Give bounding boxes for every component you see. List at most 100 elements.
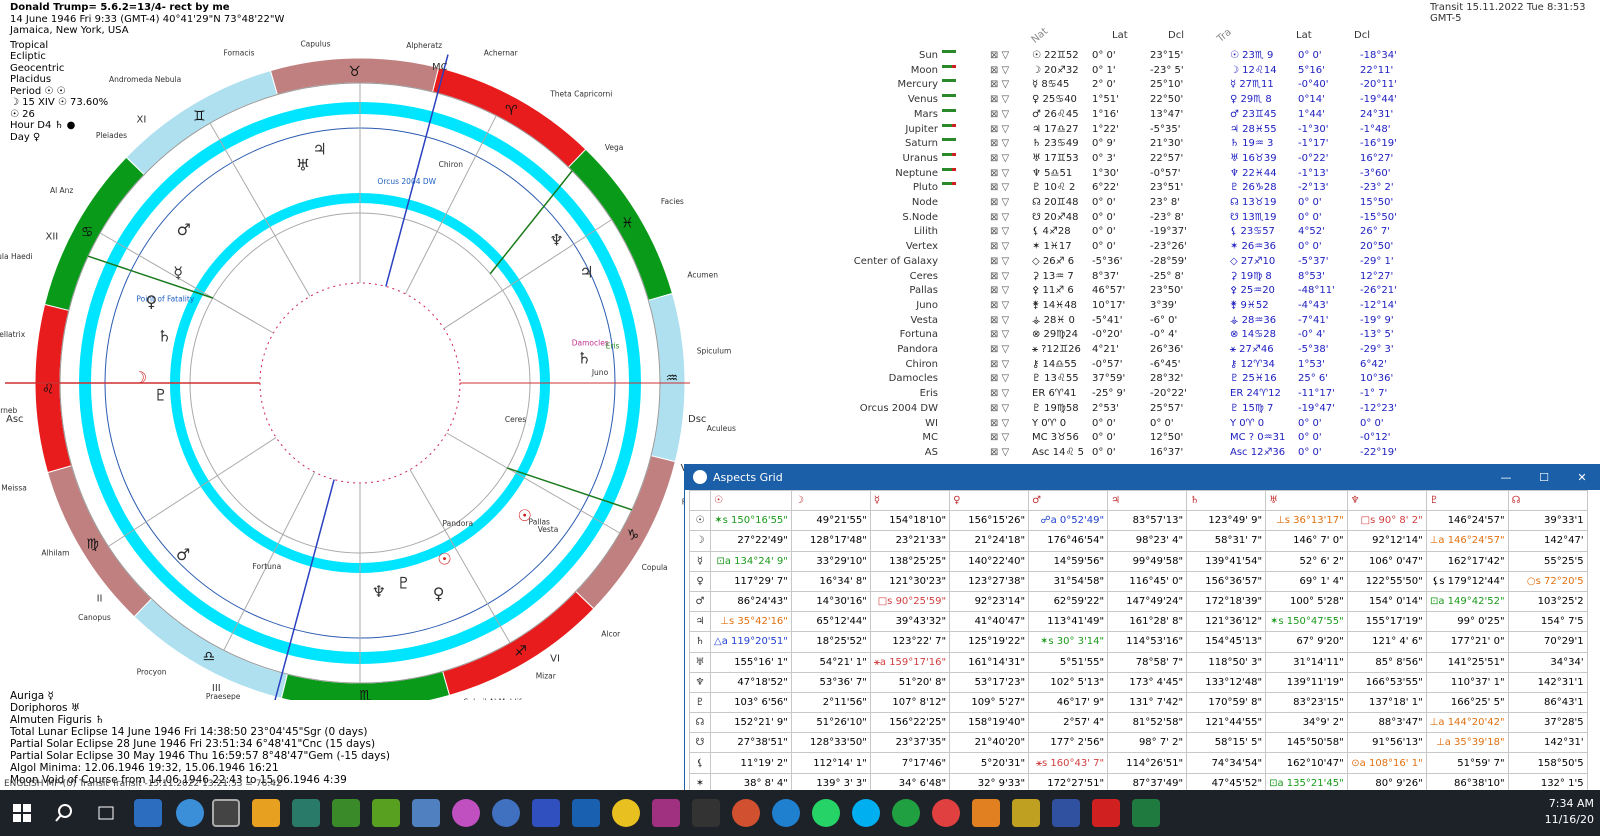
aspect-cell[interactable]: 155°17'19" bbox=[1346, 611, 1427, 633]
aspect-cell[interactable]: 176°46'54" bbox=[1028, 530, 1109, 552]
aspect-cell[interactable]: ✶s 150°16'55" bbox=[710, 510, 792, 532]
aspect-cell[interactable]: 58°15' 5" bbox=[1186, 732, 1267, 754]
aspect-cell[interactable]: 161°14'31" bbox=[949, 651, 1030, 673]
aspects-titlebar[interactable]: Aspects Grid — ☐ ✕ bbox=[685, 464, 1600, 490]
aspect-cell[interactable]: 140°22'40" bbox=[949, 550, 1030, 572]
aspect-cell[interactable]: 162°17'42" bbox=[1425, 550, 1509, 572]
aspect-cell[interactable]: 162°10'47" bbox=[1265, 752, 1348, 774]
aspect-cell[interactable]: 83°23'15" bbox=[1265, 691, 1348, 714]
aspect-cell[interactable]: 154°18'10" bbox=[869, 510, 951, 532]
aspect-cell[interactable]: 58°31' 7" bbox=[1186, 530, 1267, 552]
aspect-cell[interactable]: 158°19'40" bbox=[949, 712, 1030, 734]
aspect-cell[interactable]: 92°12'14" bbox=[1346, 530, 1427, 552]
aspect-cell[interactable]: 31°14'11" bbox=[1265, 651, 1348, 673]
aspect-cell[interactable]: 172°18'39" bbox=[1186, 590, 1267, 613]
aspect-cell[interactable]: 81°52'58" bbox=[1107, 712, 1188, 734]
taskbar-app-13[interactable] bbox=[652, 799, 680, 827]
aspect-cell[interactable]: 109° 5'27" bbox=[949, 691, 1030, 714]
aspect-cell[interactable]: 139°11'19" bbox=[1265, 671, 1348, 693]
aspect-cell[interactable]: 158°50'5 bbox=[1507, 752, 1588, 774]
aspect-cell[interactable]: 91°56'13" bbox=[1346, 732, 1427, 754]
taskbar-app-6[interactable] bbox=[372, 799, 400, 827]
aspect-cell[interactable]: 34° 6'48" bbox=[869, 772, 951, 790]
aspect-cell[interactable]: 147°49'24" bbox=[1107, 590, 1188, 613]
aspect-cell[interactable]: 116°45' 0" bbox=[1107, 570, 1188, 592]
minimize-button[interactable]: — bbox=[1487, 471, 1525, 484]
aspect-cell[interactable]: ⚹a 159°17'16" bbox=[869, 651, 951, 673]
taskbar-app-4[interactable] bbox=[292, 799, 320, 827]
aspect-cell[interactable]: △a 119°20'51" bbox=[710, 631, 792, 653]
taskbar-app-24[interactable] bbox=[1092, 799, 1120, 827]
aspect-cell[interactable]: 51°20' 8" bbox=[869, 671, 951, 693]
taskbar-app-9[interactable] bbox=[492, 799, 520, 827]
aspect-cell[interactable]: 133°12'48" bbox=[1186, 671, 1267, 693]
aspect-cell[interactable]: 121°36'12" bbox=[1186, 611, 1267, 633]
aspect-cell[interactable]: 166°53'55" bbox=[1346, 671, 1427, 693]
aspect-cell[interactable]: 152°21' 9" bbox=[710, 712, 792, 734]
aspect-cell[interactable]: 118°50' 3" bbox=[1186, 651, 1267, 673]
aspect-cell[interactable]: 121° 4' 6" bbox=[1346, 631, 1427, 653]
taskbar-app-21[interactable] bbox=[972, 799, 1000, 827]
aspect-cell[interactable]: 38° 8' 4" bbox=[710, 772, 792, 790]
aspect-cell[interactable]: 85° 8'56" bbox=[1346, 651, 1427, 673]
aspect-cell[interactable]: 49°21'55" bbox=[790, 510, 871, 532]
taskbar-app-14[interactable] bbox=[692, 799, 720, 827]
aspect-cell[interactable]: 47°18'52" bbox=[710, 671, 792, 693]
taskbar-app-3[interactable] bbox=[252, 799, 280, 827]
aspect-cell[interactable]: 2°57' 4" bbox=[1028, 712, 1109, 734]
aspect-cell[interactable]: 67° 9'20" bbox=[1265, 631, 1348, 653]
aspect-cell[interactable]: 39°43'32" bbox=[869, 611, 951, 633]
aspect-cell[interactable]: 139° 3' 3" bbox=[790, 772, 871, 790]
aspect-cell[interactable]: 131° 7'42" bbox=[1107, 691, 1188, 714]
close-button[interactable]: ✕ bbox=[1563, 471, 1600, 484]
taskbar-app-15[interactable] bbox=[732, 799, 760, 827]
aspect-cell[interactable]: 5°20'31" bbox=[949, 752, 1030, 774]
aspect-cell[interactable]: 98° 7' 2" bbox=[1107, 732, 1188, 754]
aspect-cell[interactable]: 100° 5'28" bbox=[1265, 590, 1348, 613]
aspect-cell[interactable]: 16°34' 8" bbox=[790, 570, 871, 592]
aspect-cell[interactable]: 113°41'49" bbox=[1028, 611, 1109, 633]
start-button[interactable] bbox=[8, 799, 36, 827]
aspect-cell[interactable]: ✶s 30° 3'14" bbox=[1028, 631, 1109, 653]
taskbar-app-8[interactable] bbox=[452, 799, 480, 827]
aspect-cell[interactable]: 154°45'13" bbox=[1186, 631, 1267, 653]
aspect-cell[interactable]: 154° 0'14" bbox=[1346, 590, 1427, 613]
aspects-grid-window[interactable]: Aspects Grid — ☐ ✕ ☉ ☽ ☿ ♀ ♂ ♃ ♄ ♅ ♆ ♇ ☊ ☉ ✶s 150°16… bbox=[684, 464, 1600, 790]
aspect-cell[interactable]: 34°9' 2" bbox=[1265, 712, 1348, 734]
aspect-cell[interactable]: 69° 1' 4" bbox=[1265, 570, 1348, 592]
aspect-cell[interactable]: ⊥a 35°39'18" bbox=[1425, 732, 1509, 754]
skype-icon[interactable] bbox=[852, 799, 880, 827]
aspect-cell[interactable]: 121°30'23" bbox=[869, 570, 951, 592]
aspect-cell[interactable]: 21°40'20" bbox=[949, 732, 1030, 754]
aspect-cell[interactable]: 107° 8'12" bbox=[869, 691, 951, 714]
taskbar-app-1[interactable] bbox=[134, 799, 162, 827]
aspect-cell[interactable]: 114°26'51" bbox=[1107, 752, 1188, 774]
aspect-cell[interactable]: 41°40'47" bbox=[949, 611, 1030, 633]
aspect-cell[interactable]: 173° 4'45" bbox=[1107, 671, 1188, 693]
taskbar-app-7[interactable] bbox=[412, 799, 440, 827]
aspect-cell[interactable]: 121°44'55" bbox=[1186, 712, 1267, 734]
aspect-cell[interactable]: □s 90°25'59" bbox=[869, 590, 951, 613]
aspect-cell[interactable]: 146°24'57" bbox=[1425, 510, 1509, 532]
aspect-cell[interactable]: 106° 0'47" bbox=[1346, 550, 1427, 572]
aspect-cell[interactable]: 27°22'49" bbox=[710, 530, 792, 552]
aspect-cell[interactable]: 156°15'26" bbox=[949, 510, 1030, 532]
aspect-cell[interactable]: 39°33'1 bbox=[1507, 510, 1588, 532]
aspect-cell[interactable]: 55°25'5 bbox=[1507, 550, 1588, 572]
aspect-cell[interactable]: 166°25' 5" bbox=[1425, 691, 1509, 714]
planet-glyph[interactable]: ♃ bbox=[579, 262, 593, 281]
aspect-cell[interactable]: 110°37' 1" bbox=[1425, 671, 1509, 693]
taskbar-app-23[interactable] bbox=[1052, 799, 1080, 827]
aspect-cell[interactable]: 51°26'10" bbox=[790, 712, 871, 734]
aspect-cell[interactable]: 53°36' 7" bbox=[790, 671, 871, 693]
aspect-cell[interactable]: 86°38'10" bbox=[1425, 772, 1509, 790]
aspect-cell[interactable]: 123°49' 9" bbox=[1186, 510, 1267, 532]
planet-glyph[interactable]: ♇ bbox=[154, 385, 168, 404]
aspect-cell[interactable]: 114°53'16" bbox=[1107, 631, 1188, 653]
aspect-cell[interactable]: 70°29'1 bbox=[1507, 631, 1588, 653]
chrome-icon[interactable] bbox=[212, 799, 240, 827]
aspect-cell[interactable]: 46°17' 9" bbox=[1028, 691, 1109, 714]
taskbar-app-11[interactable] bbox=[572, 799, 600, 827]
aspect-cell[interactable]: 54°21' 1" bbox=[790, 651, 871, 673]
aspect-cell[interactable]: ⊥s 35°42'16" bbox=[710, 611, 792, 633]
